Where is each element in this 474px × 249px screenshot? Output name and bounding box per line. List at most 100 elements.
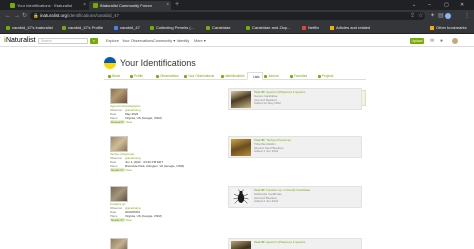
extensions-puzzle-icon[interactable]: ✦ bbox=[430, 10, 435, 22]
bookmark-item[interactable]: carabid_47's Profile bbox=[62, 22, 103, 34]
tab-favorites[interactable]: Favorites bbox=[290, 72, 307, 80]
bookmark-item[interactable]: carabid_47 bbox=[114, 22, 140, 34]
nav-identify[interactable]: Identify bbox=[177, 35, 189, 47]
tab-lists[interactable]: Lists bbox=[247, 72, 263, 80]
bookmark-item[interactable]: Carabidae bbox=[206, 22, 230, 34]
back-arrow-icon[interactable]: ← bbox=[5, 10, 11, 22]
minimize-icon[interactable]: – bbox=[428, 0, 431, 10]
nav-your-observations[interactable]: Your Observations bbox=[122, 35, 153, 47]
id-summary: Your ID: Agonum (Platynus) 3 species bbox=[254, 240, 306, 244]
bookmark-favicon bbox=[150, 26, 154, 30]
profile-avatar[interactable] bbox=[445, 13, 451, 19]
view-link[interactable]: View bbox=[125, 168, 131, 172]
share-icon[interactable]: ⇪ bbox=[410, 10, 415, 22]
other-bookmarks-folder[interactable]: Other bookmarks bbox=[430, 22, 467, 34]
notifications-icon[interactable]: ● bbox=[440, 35, 443, 47]
tab-profile[interactable]: Profile bbox=[130, 72, 143, 80]
bookmark-item[interactable]: Carabidae and Ziop... bbox=[246, 22, 290, 34]
profile-tabs: News Profile Observations Your Observati… bbox=[104, 72, 366, 80]
identification-box: Your ID: Tachys (Oxytoma) Tribe Bembidii… bbox=[228, 136, 362, 158]
star-bookmark-icon[interactable]: ☆ bbox=[418, 10, 423, 22]
reload-icon[interactable]: ↻ bbox=[22, 10, 27, 22]
bookmark-item[interactable]: Collecting Permits (... bbox=[150, 22, 194, 34]
observation-thumbnail[interactable] bbox=[110, 136, 128, 152]
nav-explore[interactable]: Explore bbox=[106, 35, 119, 47]
observation-thumbnail[interactable] bbox=[110, 238, 128, 249]
sidepanel-icon[interactable]: ▤ bbox=[438, 10, 444, 22]
browser-toolbar: ← → ↻ 🔒 inaturalist.org/identifications/… bbox=[0, 10, 474, 22]
user-avatar[interactable] bbox=[452, 38, 458, 44]
tab-identifications[interactable]: Identifications bbox=[221, 72, 245, 80]
identification-row: Tachys (Oxytoma) Observer gracieboing Dat… bbox=[110, 136, 364, 178]
projects-icon bbox=[318, 75, 321, 78]
close-tab-icon[interactable]: × bbox=[166, 1, 169, 10]
site-search-input[interactable]: Search bbox=[38, 38, 88, 44]
journal-icon bbox=[264, 75, 267, 78]
browser-tab[interactable]: Your Identifications · iNaturalist × bbox=[6, 1, 88, 10]
observation-meta: Carabus sp. Observer gracieboing Date 2022… bbox=[110, 202, 162, 222]
bookmark-item[interactable]: Netflix bbox=[302, 22, 319, 34]
folder-icon bbox=[330, 26, 334, 30]
id-taxon-photo[interactable] bbox=[231, 139, 251, 156]
tab-journal[interactable]: Journal bbox=[264, 72, 278, 80]
id-taxon-link[interactable]: Agonum (Platynus) 3 species bbox=[266, 240, 305, 244]
nav-community[interactable]: Community ▾ bbox=[153, 35, 175, 47]
id-taxon-photo[interactable] bbox=[231, 91, 251, 108]
identification-box: Your ID: Agonum (Platynus) 3 species Gen… bbox=[228, 88, 362, 110]
quality-grade-badge: Needs ID bbox=[110, 218, 125, 222]
maximize-icon[interactable]: ▢ bbox=[444, 0, 449, 10]
bookmark-favicon bbox=[206, 26, 210, 30]
bookmark-item[interactable]: carabid_47's inaturalist bbox=[6, 22, 53, 34]
folder-icon bbox=[430, 26, 434, 30]
view-link[interactable]: View bbox=[125, 218, 131, 222]
observation-thumbnail[interactable] bbox=[110, 88, 128, 104]
url-host: inaturalist.org bbox=[40, 13, 68, 18]
close-tab-icon[interactable]: × bbox=[83, 1, 86, 10]
identification-box: Your ID: Carabus sp. of Family Carabidae… bbox=[228, 186, 362, 208]
search-icon: ⌕ bbox=[92, 38, 96, 43]
bookmark-favicon bbox=[114, 26, 118, 30]
messages-icon[interactable]: ✉ bbox=[430, 35, 434, 47]
search-button[interactable]: ⌕ bbox=[90, 38, 98, 44]
nav-more[interactable]: More ▾ bbox=[194, 35, 206, 47]
bookmark-favicon bbox=[246, 26, 250, 30]
id-summary: Your ID: Tachys (Oxytoma) Tribe Bembidii… bbox=[254, 138, 291, 154]
forward-arrow-icon[interactable]: → bbox=[14, 10, 20, 22]
browser-tabstrip: Your Identifications · iNaturalist × iNa… bbox=[0, 0, 474, 10]
browser-tab-active[interactable]: iNaturalist Community Forum × bbox=[89, 1, 171, 10]
inaturalist-favicon bbox=[10, 3, 15, 8]
observation-thumbnail[interactable] bbox=[110, 186, 128, 202]
observation-meta: Tachys (Oxytoma) Observer gracieboing Dat… bbox=[110, 152, 185, 172]
identification-row: Your ID: Agonum (Platynus) 3 species bbox=[110, 238, 364, 249]
netflix-favicon bbox=[302, 26, 306, 30]
tab-projects[interactable]: Projects bbox=[318, 72, 334, 80]
upload-button[interactable]: Upload bbox=[410, 38, 424, 44]
observation-meta: Agonum/Anisodactylus Observer gracieboing… bbox=[110, 104, 162, 124]
page-title: Your Identifications bbox=[120, 58, 196, 68]
view-link[interactable]: View bbox=[126, 120, 132, 124]
id-taxon-photo[interactable] bbox=[231, 241, 251, 249]
id-taxon-photo[interactable] bbox=[231, 189, 251, 206]
identification-row: Carabus sp. Observer gracieboing Date 2022… bbox=[110, 186, 364, 230]
tab-observations[interactable]: Observations bbox=[156, 72, 179, 80]
inaturalist-logo[interactable]: iNaturalist bbox=[4, 36, 36, 46]
tab-title: Your Identifications · iNaturalist bbox=[17, 3, 72, 8]
new-tab-plus-icon[interactable]: + bbox=[175, 0, 179, 10]
tab-search-chevron-icon[interactable]: ⌄ bbox=[412, 0, 416, 10]
close-window-icon[interactable]: ✕ bbox=[460, 0, 464, 10]
identification-row: Agonum/Anisodactylus Observer gracieboing… bbox=[110, 88, 364, 130]
identification-box: Your ID: Agonum (Platynus) 3 species bbox=[228, 238, 362, 249]
lock-icon: 🔒 bbox=[33, 13, 39, 18]
news-icon bbox=[108, 75, 111, 78]
bookmark-folder[interactable]: Articles and related bbox=[330, 22, 370, 34]
your-observations-icon bbox=[184, 75, 187, 78]
tab-your-observations[interactable]: Your Observations bbox=[184, 72, 214, 80]
quality-grade-badge: Research bbox=[110, 120, 125, 124]
address-bar[interactable]: 🔒 inaturalist.org/identifications/carabi… bbox=[30, 12, 425, 20]
tab-news[interactable]: News bbox=[108, 72, 120, 80]
browser-menu-kebab-icon[interactable]: ⋮ bbox=[464, 10, 470, 22]
bookmarks-bar: carabid_47's inaturalist carabid_47's Pr… bbox=[0, 22, 474, 34]
inaturalist-forum-favicon bbox=[93, 3, 98, 8]
id-summary: Your ID: Agonum (Platynus) 3 species Gen… bbox=[254, 90, 306, 106]
observations-icon bbox=[156, 75, 159, 78]
